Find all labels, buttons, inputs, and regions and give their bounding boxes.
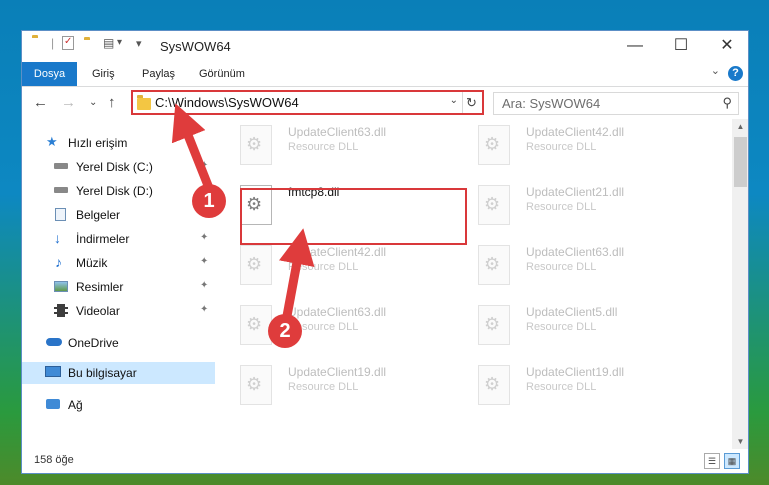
step-1-badge: 1 [192, 184, 226, 218]
step-2-badge: 2 [268, 314, 302, 348]
arrow-to-address-bar [171, 103, 214, 190]
arrow-to-file [279, 228, 315, 317]
annotation-arrows [171, 103, 315, 317]
